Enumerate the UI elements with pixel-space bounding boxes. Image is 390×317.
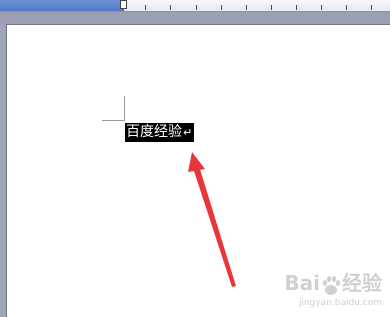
ruler-tick [246, 5, 247, 10]
ruler-tick [145, 5, 146, 10]
ruler-tick [221, 5, 222, 10]
paragraph-mark-icon: ↵ [183, 126, 193, 139]
ruler-tick [170, 5, 171, 10]
watermark-url: jingyan.baidu.com [298, 297, 382, 308]
margin-corner-mark [124, 96, 125, 120]
ruler-tick [196, 5, 197, 10]
indent-marker-icon[interactable] [120, 0, 127, 9]
ruler-tick [271, 5, 272, 10]
ruler-margin-area [0, 0, 124, 11]
ruler-tick [346, 5, 347, 10]
ruler-tick [371, 5, 372, 10]
margin-corner-mark [102, 120, 125, 121]
watermark-logo: Bai 经验 [277, 267, 382, 297]
paw-icon [322, 275, 341, 295]
ruler-tick [296, 5, 297, 10]
word-editor-window: 百度经验↵ Bai 经验 jingyan.baidu.com [0, 0, 390, 317]
page-gutter [0, 12, 390, 24]
horizontal-ruler[interactable] [0, 0, 390, 12]
watermark-brand-left: Bai [284, 271, 320, 295]
watermark-brand-right: 经验 [342, 271, 382, 295]
selected-text[interactable]: 百度经验↵ [125, 123, 195, 142]
ruler-tick [321, 5, 322, 10]
watermark: Bai 经验 jingyan.baidu.com [277, 267, 382, 313]
selected-text-content: 百度经验 [126, 124, 182, 140]
